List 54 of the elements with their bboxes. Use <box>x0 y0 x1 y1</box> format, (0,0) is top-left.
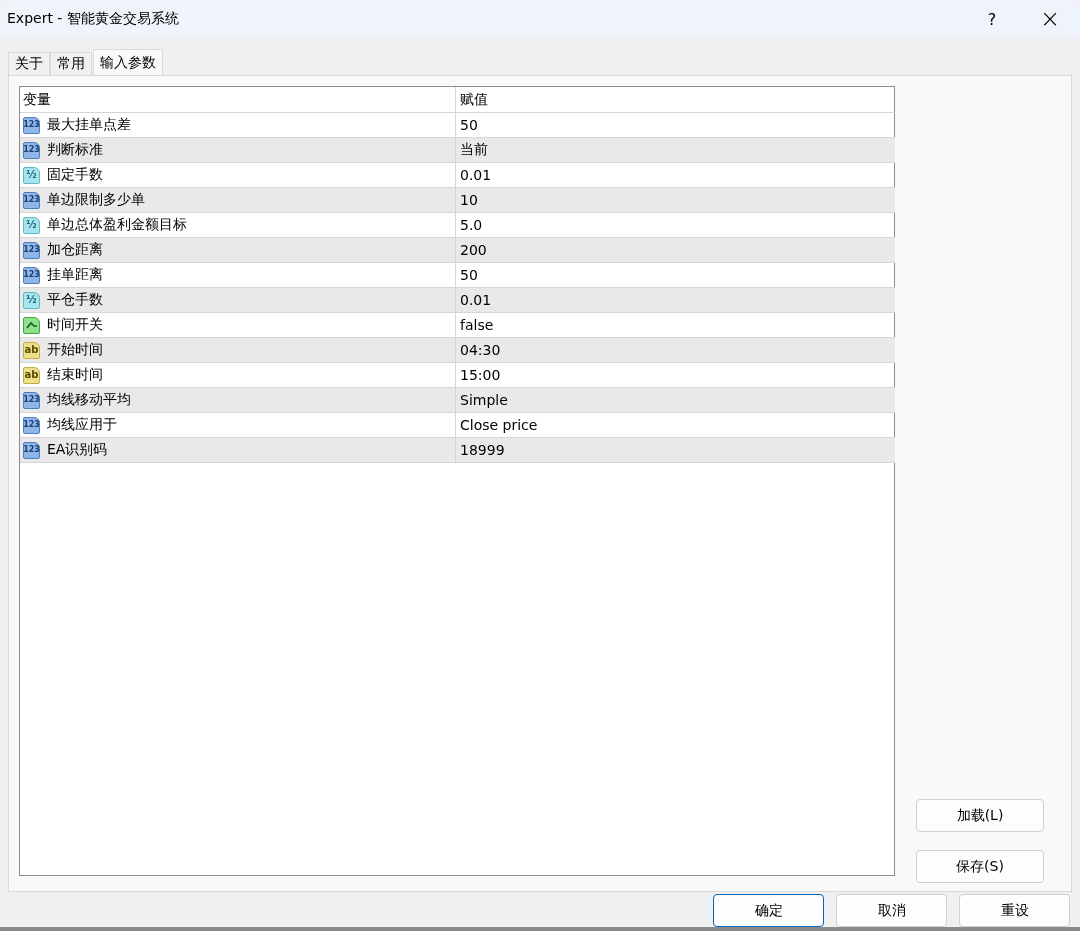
value-cell[interactable]: false <box>456 313 895 337</box>
value-cell[interactable]: 50 <box>456 113 895 137</box>
number-icon: 123 <box>23 141 40 159</box>
number-icon: 123 <box>23 441 40 459</box>
text-icon: ab <box>23 341 40 359</box>
variable-name: 开始时间 <box>47 341 103 359</box>
variable-name: 最大挂单点差 <box>47 116 131 134</box>
number-icon: 123 <box>23 266 40 284</box>
variable-name: 时间开关 <box>47 316 103 334</box>
value-cell[interactable]: 50 <box>456 263 895 287</box>
tab[interactable]: 关于 <box>8 52 50 75</box>
variable-name: 平仓手数 <box>47 291 103 309</box>
column-header: 变量 <box>20 87 456 112</box>
window-title: Expert - 智能黄金交易系统 <box>7 10 180 28</box>
number-icon: 123 <box>23 116 40 134</box>
variable-name: 均线移动平均 <box>47 391 131 409</box>
value-cell[interactable]: 200 <box>456 238 895 262</box>
close-button[interactable]: × <box>1022 0 1078 38</box>
column-header: 赋值 <box>459 90 489 109</box>
variable-name: 单边总体盈利金额目标 <box>47 216 187 234</box>
fraction-icon: ½ <box>23 216 40 234</box>
value-cell[interactable]: 0.01 <box>456 288 895 312</box>
variable-name: 加仓距离 <box>47 241 103 259</box>
value-cell[interactable]: 5.0 <box>456 213 895 237</box>
number-icon: 123 <box>23 241 40 259</box>
value-cell[interactable]: 04:30 <box>456 338 895 362</box>
variable-name: 挂单距离 <box>47 266 103 284</box>
variable-name: 结束时间 <box>47 366 103 384</box>
value-cell[interactable]: 0.01 <box>456 163 895 187</box>
variable-name: 均线应用于 <box>47 416 117 434</box>
number-icon: 123 <box>23 416 40 434</box>
number-icon: 123 <box>23 391 40 409</box>
variable-name: 单边限制多少单 <box>47 191 145 209</box>
fraction-icon: ½ <box>23 166 40 184</box>
value-cell[interactable]: 18999 <box>456 438 895 462</box>
value-cell[interactable]: Close price <box>456 413 895 437</box>
variable-name: EA识别码 <box>47 441 108 459</box>
help-button[interactable]: ? <box>964 0 1020 38</box>
value-cell[interactable]: 10 <box>456 188 895 212</box>
side-button[interactable]: 加载(L) <box>916 799 1044 832</box>
variable-name: 判断标准 <box>47 141 103 159</box>
fraction-icon: ½ <box>23 291 40 309</box>
dialog-button[interactable]: 取消 <box>836 894 947 927</box>
number-icon: 123 <box>23 191 40 209</box>
value-cell[interactable]: 15:00 <box>456 363 895 387</box>
tab[interactable]: 输入参数 <box>93 49 163 75</box>
side-button[interactable]: 保存(S) <box>916 850 1044 883</box>
variable-name: 固定手数 <box>47 166 103 184</box>
value-cell[interactable]: 当前 <box>456 138 895 162</box>
tab[interactable]: 常用 <box>50 52 92 75</box>
value-cell[interactable]: Simple <box>456 388 895 412</box>
dialog-button[interactable]: 确定 <box>713 894 824 927</box>
text-icon: ab <box>23 366 40 384</box>
dialog-button[interactable]: 重设 <box>959 894 1070 927</box>
